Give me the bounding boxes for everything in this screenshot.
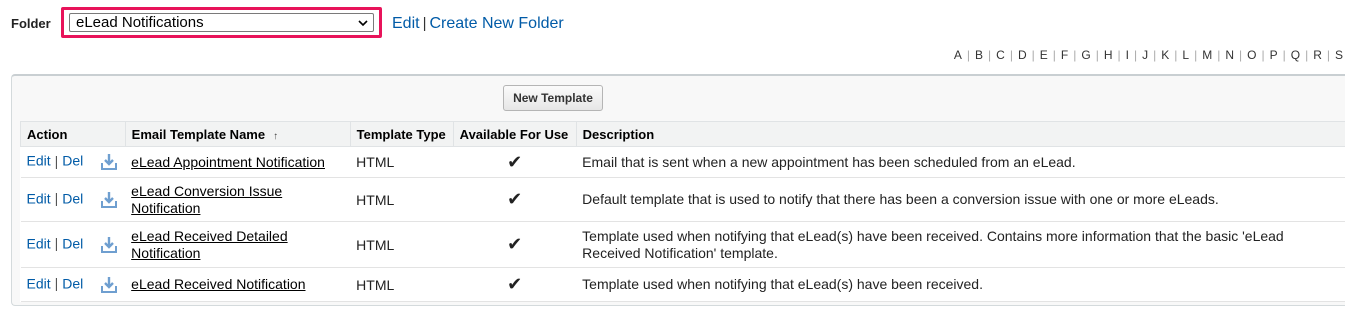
edit-link[interactable]: Edit [27, 235, 51, 251]
available-checkmark-icon: ✔ [453, 177, 577, 222]
row-actions: Edit | Del [20, 267, 126, 302]
template-name-link[interactable]: eLead Conversion Issue Notification [131, 183, 282, 216]
template-description: Default template that is used to notify … [576, 177, 1345, 222]
create-new-folder-link[interactable]: Create New Folder [429, 15, 563, 32]
template-type: HTML [350, 221, 454, 268]
alpha-letter-q[interactable]: Q [1291, 48, 1300, 62]
email-templates-table: Action Email Template Name ↑ Template Typ… [20, 121, 1345, 302]
column-header-action: Action [20, 121, 126, 147]
template-type: HTML [350, 267, 454, 302]
template-type: HTML [350, 146, 454, 178]
download-icon[interactable] [99, 235, 119, 255]
download-icon[interactable] [99, 152, 119, 172]
alpha-letter-d[interactable]: D [1018, 48, 1027, 62]
folder-select[interactable]: eLead Notifications [69, 13, 374, 32]
chevron-down-icon [358, 20, 368, 27]
column-header-name[interactable]: Email Template Name ↑ [124, 121, 351, 147]
template-name-link[interactable]: eLead Appointment Notification [131, 154, 325, 170]
row-actions: Edit | Del [20, 221, 126, 268]
alpha-letter-c[interactable]: C [996, 48, 1005, 62]
alpha-letter-e[interactable]: E [1040, 48, 1048, 62]
sort-ascending-icon: ↑ [273, 130, 279, 142]
alpha-letter-b[interactable]: B [975, 48, 983, 62]
alphabet-filter: A | B | C | D | E | F | G | H | I | J | K | L | M | N | O | P | Q | R | S [953, 48, 1343, 62]
alpha-letter-g[interactable]: G [1081, 48, 1090, 62]
delete-link[interactable]: Del [62, 190, 83, 206]
template-name-cell: eLead Received Detailed Notification [125, 221, 351, 268]
edit-link[interactable]: Edit [27, 153, 51, 169]
download-icon[interactable] [99, 190, 119, 210]
template-description: Email that is sent when a new appointmen… [576, 146, 1345, 178]
edit-link[interactable]: Edit [27, 190, 51, 206]
template-name-link[interactable]: eLead Received Detailed Notification [131, 228, 287, 261]
template-name-cell: eLead Conversion Issue Notification [125, 177, 351, 222]
template-description: Template used when notifying that eLead(… [576, 267, 1345, 302]
template-description: Template used when notifying that eLead(… [576, 221, 1345, 268]
alpha-letter-m[interactable]: M [1202, 48, 1212, 62]
table-row: Edit | Del eLead Received Detailed Notific… [20, 221, 1345, 268]
delete-link[interactable]: Del [62, 153, 83, 169]
alpha-letter-n[interactable]: N [1225, 48, 1234, 62]
alpha-letter-s[interactable]: S [1335, 48, 1343, 62]
available-checkmark-icon: ✔ [453, 221, 577, 268]
column-header-type: Template Type [349, 121, 454, 147]
row-actions: Edit | Del [20, 177, 126, 222]
new-template-button[interactable]: New Template [503, 85, 603, 111]
template-name-cell: eLead Appointment Notification [125, 146, 351, 178]
available-checkmark-icon: ✔ [453, 267, 577, 302]
table-row: Edit | Del eLead Conversion Issue Notifica… [20, 177, 1345, 222]
alpha-letter-a[interactable]: A [954, 48, 962, 62]
row-actions: Edit | Del [20, 146, 126, 178]
alpha-letter-r[interactable]: R [1313, 48, 1322, 62]
edit-folder-link[interactable]: Edit [392, 15, 420, 32]
delete-link[interactable]: Del [62, 235, 83, 251]
folder-select-highlight: eLead Notifications [61, 7, 382, 38]
download-icon[interactable] [99, 275, 119, 295]
folder-link-separator: | [422, 15, 427, 32]
folder-actions: Edit | Create New Folder [392, 15, 564, 33]
column-header-available: Available For Use [452, 121, 577, 147]
table-header-row: Action Email Template Name ↑ Template Typ… [20, 121, 1345, 147]
alpha-letter-p[interactable]: P [1270, 48, 1278, 62]
table-row: Edit | Del eLead Appointment Notification … [20, 146, 1345, 178]
column-header-description: Description [575, 121, 1345, 147]
folder-label: Folder [11, 16, 51, 31]
edit-link[interactable]: Edit [27, 275, 51, 291]
table-row: Edit | Del eLead Received Notification HTM… [20, 267, 1345, 302]
available-checkmark-icon: ✔ [453, 146, 577, 178]
column-header-name-label: Email Template Name [131, 126, 266, 142]
alpha-letter-h[interactable]: H [1104, 48, 1113, 62]
delete-link[interactable]: Del [62, 275, 83, 291]
template-type: HTML [350, 177, 454, 222]
template-name-cell: eLead Received Notification [125, 267, 351, 302]
folder-select-value: eLead Notifications [76, 14, 204, 31]
template-name-link[interactable]: eLead Received Notification [131, 276, 305, 292]
